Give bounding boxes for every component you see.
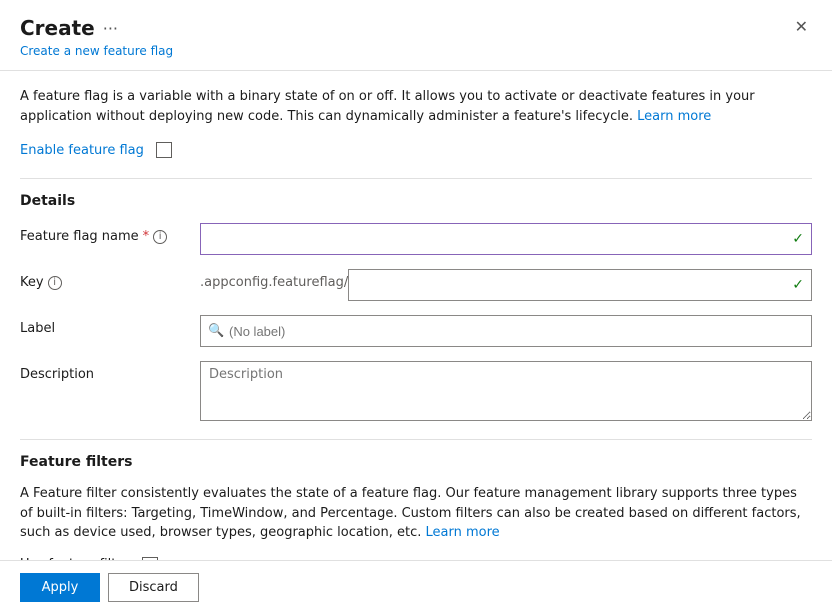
feature-flag-name-label: Feature flag name * i [20, 223, 200, 244]
key-prefix: .appconfig.featureflag/ [200, 269, 348, 290]
key-check-icon: ✓ [792, 277, 804, 293]
feature-flag-name-row: Feature flag name * i Beta ✓ [20, 223, 812, 255]
details-section: Details Feature flag name * i Beta ✓ [20, 193, 812, 425]
filters-divider [20, 439, 812, 440]
feature-filters-section: Feature filters A Feature filter consist… [20, 454, 812, 573]
enable-label: Enable feature flag [20, 143, 144, 158]
panel-body: A feature flag is a variable with a bina… [0, 71, 832, 589]
key-row: Key i .appconfig.featureflag/ Beta ✓ [20, 269, 812, 301]
details-divider [20, 178, 812, 179]
description-textarea[interactable] [200, 361, 812, 421]
details-heading: Details [20, 193, 812, 209]
search-icon: 🔍 [208, 324, 224, 339]
info-text: A feature flag is a variable with a bina… [20, 87, 812, 126]
more-icon[interactable]: ··· [103, 19, 118, 38]
panel-header: Create ··· ✕ [0, 0, 832, 44]
filters-info-main: A Feature filter consistently evaluates … [20, 486, 801, 540]
feature-flag-name-check-icon: ✓ [792, 231, 804, 247]
key-input-container: Beta ✓ [348, 269, 812, 301]
enable-row: Enable feature flag [20, 142, 812, 158]
feature-flag-name-input-wrap: Beta ✓ [200, 223, 812, 255]
description-control [200, 361, 812, 425]
panel-title: Create [20, 16, 95, 40]
label-input-wrap: 🔍 [200, 315, 812, 347]
required-star: * [143, 229, 150, 244]
close-button[interactable]: ✕ [791, 16, 812, 40]
key-control-wrap: .appconfig.featureflag/ Beta ✓ [200, 269, 812, 301]
key-info-icon[interactable]: i [48, 276, 62, 290]
feature-flag-name-info-icon[interactable]: i [153, 230, 167, 244]
key-input-wrap: Beta ✓ [348, 269, 812, 301]
learn-more-link-1[interactable]: Learn more [637, 109, 711, 124]
discard-button[interactable]: Discard [108, 573, 199, 602]
key-input[interactable]: Beta [348, 269, 812, 301]
label-control: 🔍 [200, 315, 812, 347]
label-label: Label [20, 315, 200, 336]
feature-flag-name-control: Beta ✓ [200, 223, 812, 255]
feature-flag-name-input[interactable]: Beta [200, 223, 812, 255]
label-row: Label 🔍 [20, 315, 812, 347]
panel-footer: Apply Discard [0, 560, 832, 614]
label-input[interactable] [200, 315, 812, 347]
feature-filters-heading: Feature filters [20, 454, 812, 470]
panel-subtitle: Create a new feature flag [0, 44, 832, 70]
key-label: Key i [20, 269, 200, 290]
filters-info-text: A Feature filter consistently evaluates … [20, 484, 812, 543]
enable-checkbox[interactable] [156, 142, 172, 158]
apply-button[interactable]: Apply [20, 573, 100, 602]
create-panel: Create ··· ✕ Create a new feature flag A… [0, 0, 832, 614]
title-area: Create ··· [20, 16, 118, 40]
learn-more-link-2[interactable]: Learn more [426, 525, 500, 540]
description-row: Description [20, 361, 812, 425]
description-label: Description [20, 361, 200, 382]
